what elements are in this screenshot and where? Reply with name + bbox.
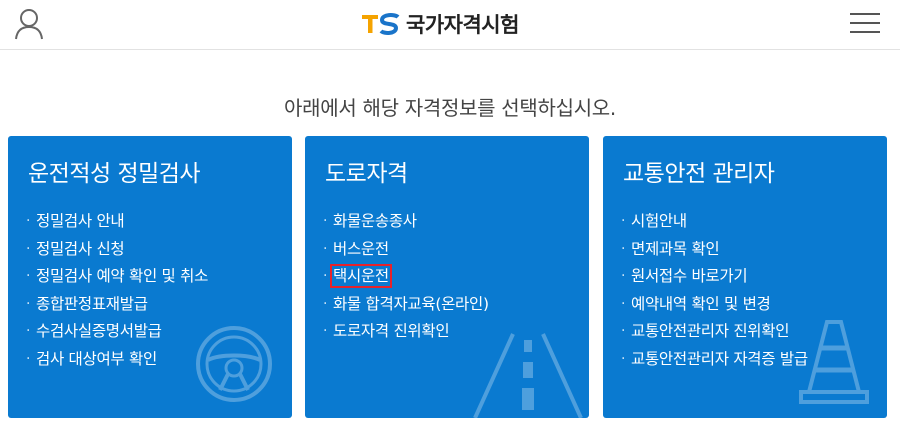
menu-item-reissue-report[interactable]: 종합판정표재발급: [26, 291, 208, 319]
page-subtitle: 아래에서 해당 자격정보를 선택하십시오.: [284, 96, 616, 120]
menu-item-test-guide[interactable]: 정밀검사 안내: [26, 208, 208, 236]
menu-item-exam-guide[interactable]: 시험안내: [621, 208, 808, 236]
menu-item-reservation-change[interactable]: 예약내역 확인 및 변경: [621, 291, 808, 319]
road-icon: [473, 333, 583, 418]
menu-item-bus-driving[interactable]: 버스운전: [323, 236, 489, 264]
card-menu-list: 정밀검사 안내 정밀검사 신청 정밀검사 예약 확인 및 취소 종합판정표재발급…: [26, 208, 208, 373]
card-title: 교통안전 관리자: [623, 161, 775, 187]
user-icon[interactable]: [14, 8, 44, 40]
card-menu-list: 시험안내 면제과목 확인 원서접수 바로가기 예약내역 확인 및 변경 교통안전…: [621, 208, 808, 373]
menu-item-cargo-transport[interactable]: 화물운송종사: [323, 208, 489, 236]
steering-wheel-icon: [196, 326, 272, 402]
menu-item-reservation-check[interactable]: 정밀검사 예약 확인 및 취소: [26, 263, 208, 291]
card-road-qualification: 도로자격 화물운송종사 버스운전 택시운전 화물 합격자교육(온라인) 도로자격…: [305, 136, 589, 418]
menu-item-exemption-check[interactable]: 면제과목 확인: [621, 236, 808, 264]
header: 국가자격시험: [0, 0, 900, 50]
logo[interactable]: 국가자격시험: [362, 9, 519, 39]
menu-item-road-verification[interactable]: 도로자격 진위확인: [323, 318, 489, 346]
card-title: 도로자격: [325, 161, 408, 187]
menu-item-application-shortcut[interactable]: 원서접수 바로가기: [621, 263, 808, 291]
ts-logo-icon: [362, 9, 400, 39]
card-title: 운전적성 정밀검사: [28, 161, 201, 187]
logo-text: 국가자격시험: [406, 13, 519, 37]
card-aptitude-test: 운전적성 정밀검사 정밀검사 안내 정밀검사 신청 정밀검사 예약 확인 및 취…: [8, 136, 292, 418]
menu-item-test-apply[interactable]: 정밀검사 신청: [26, 236, 208, 264]
menu-item-cargo-online-education[interactable]: 화물 합격자교육(온라인): [323, 291, 489, 319]
menu-item-manager-certificate[interactable]: 교통안전관리자 자격증 발급: [621, 346, 808, 374]
menu-item-certificate[interactable]: 수검사실증명서발급: [26, 318, 208, 346]
card-menu-list: 화물운송종사 버스운전 택시운전 화물 합격자교육(온라인) 도로자격 진위확인: [323, 208, 489, 346]
traffic-cone-icon: [799, 320, 869, 404]
card-traffic-safety-manager: 교통안전 관리자 시험안내 면제과목 확인 원서접수 바로가기 예약내역 확인 …: [603, 136, 887, 418]
menu-item-eligibility-check[interactable]: 검사 대상여부 확인: [26, 346, 208, 374]
menu-item-taxi-driving[interactable]: 택시운전: [323, 263, 489, 291]
hamburger-menu-icon[interactable]: [850, 13, 880, 37]
menu-item-manager-verification[interactable]: 교통안전관리자 진위확인: [621, 318, 808, 346]
